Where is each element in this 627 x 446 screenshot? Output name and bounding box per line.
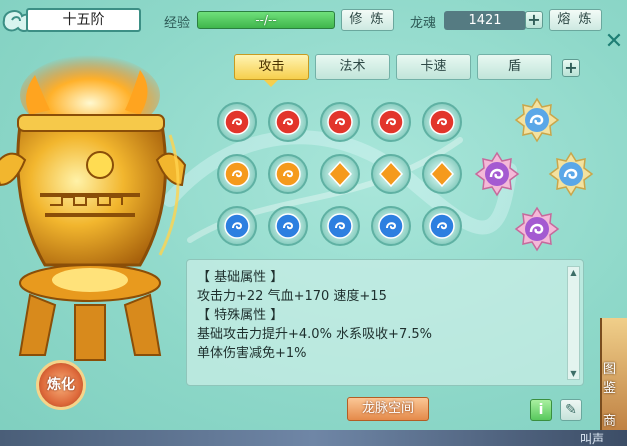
red-gem-icon: [327, 109, 353, 135]
gem-slot-blue[interactable]: [268, 206, 308, 246]
gem-slot-orange[interactable]: [320, 154, 360, 194]
blue-dragon-badge-icon[interactable]: [548, 151, 594, 197]
train-button[interactable]: 修 炼: [341, 9, 394, 31]
dragon-vein-panel: 十五阶 经验 --/-- 修 炼 龙魂 1421 + 熔 炼 ✕ 攻击 法术 卡…: [0, 0, 627, 446]
gem-slot-orange[interactable]: [268, 154, 308, 194]
red-gem-icon: [378, 109, 404, 135]
gem-slot-blue[interactable]: [371, 206, 411, 246]
bottom-scene-strip: [0, 430, 627, 446]
orange-gem-icon: [378, 161, 404, 187]
gem-slot-orange[interactable]: [217, 154, 257, 194]
tab-speed[interactable]: 卡速: [396, 54, 471, 80]
gem-slot-red[interactable]: [320, 102, 360, 142]
side-menu-gallery[interactable]: 图鉴: [603, 358, 627, 396]
refine-button[interactable]: 炼化: [36, 360, 86, 410]
orange-gem-icon: [327, 161, 353, 187]
red-gem-icon: [275, 109, 301, 135]
rank-display: 十五阶: [26, 8, 141, 32]
attr-special-values: 基础攻击力提升+4.0% 水系吸收+7.5%: [197, 327, 432, 342]
scroll-down-icon[interactable]: ▼: [568, 368, 579, 379]
gem-slot-orange[interactable]: [422, 154, 462, 194]
purple-dragon-badge-icon[interactable]: [514, 206, 560, 252]
soul-label: 龙魂: [410, 16, 437, 31]
dragon-space-button[interactable]: 龙脉空间: [347, 397, 429, 421]
blue-gem-icon: [327, 213, 353, 239]
scroll-up-icon[interactable]: ▲: [568, 267, 579, 278]
red-gem-icon: [429, 109, 455, 135]
attr-basic-values: 攻击力+22 气血+170 速度+15: [197, 289, 387, 304]
tab-magic[interactable]: 法术: [315, 54, 390, 80]
add-tab-button[interactable]: +: [562, 59, 580, 77]
orange-gem-icon: [224, 161, 250, 187]
gem-slot-orange[interactable]: [371, 154, 411, 194]
smelt-button[interactable]: 熔 炼: [549, 9, 602, 31]
blue-gem-icon: [429, 213, 455, 239]
purple-dragon-badge-icon[interactable]: [474, 151, 520, 197]
gem-slot-red[interactable]: [217, 102, 257, 142]
dragon-cauldron-icon: [0, 55, 187, 361]
blue-gem-icon: [224, 213, 250, 239]
close-icon[interactable]: ✕: [603, 31, 625, 54]
gem-slot-red[interactable]: [371, 102, 411, 142]
gem-slot-blue[interactable]: [320, 206, 360, 246]
blue-gem-icon: [275, 213, 301, 239]
soul-value: 1421: [444, 11, 526, 30]
tab-shield[interactable]: 盾: [477, 54, 552, 80]
red-gem-icon: [224, 109, 250, 135]
orange-gem-icon: [429, 161, 455, 187]
bottom-text: 叫声: [580, 432, 605, 446]
attr-basic-heading: 【 基础属性 】: [197, 270, 284, 285]
edit-icon[interactable]: ✎: [560, 399, 582, 421]
gem-slot-blue[interactable]: [422, 206, 462, 246]
orange-gem-icon: [275, 161, 301, 187]
blue-dragon-badge-icon[interactable]: [514, 97, 560, 143]
attr-special-values-2: 单体伤害减免+1%: [197, 346, 307, 361]
active-tab-pointer: [264, 80, 278, 87]
attribute-scrollbar[interactable]: ▲ ▼: [567, 266, 580, 380]
gem-slot-red[interactable]: [268, 102, 308, 142]
gem-slot-red[interactable]: [422, 102, 462, 142]
tab-attack[interactable]: 攻击: [234, 54, 309, 80]
attribute-panel: 【 基础属性 】 攻击力+22 气血+170 速度+15 【 特殊属性 】 基础…: [186, 259, 584, 386]
exp-label: 经验: [164, 16, 191, 31]
info-icon[interactable]: i: [530, 399, 552, 421]
blue-gem-icon: [378, 213, 404, 239]
gem-slot-blue[interactable]: [217, 206, 257, 246]
attr-special-heading: 【 特殊属性 】: [197, 308, 284, 323]
exp-progress-bar: --/--: [197, 11, 335, 29]
add-soul-button[interactable]: +: [525, 11, 543, 29]
